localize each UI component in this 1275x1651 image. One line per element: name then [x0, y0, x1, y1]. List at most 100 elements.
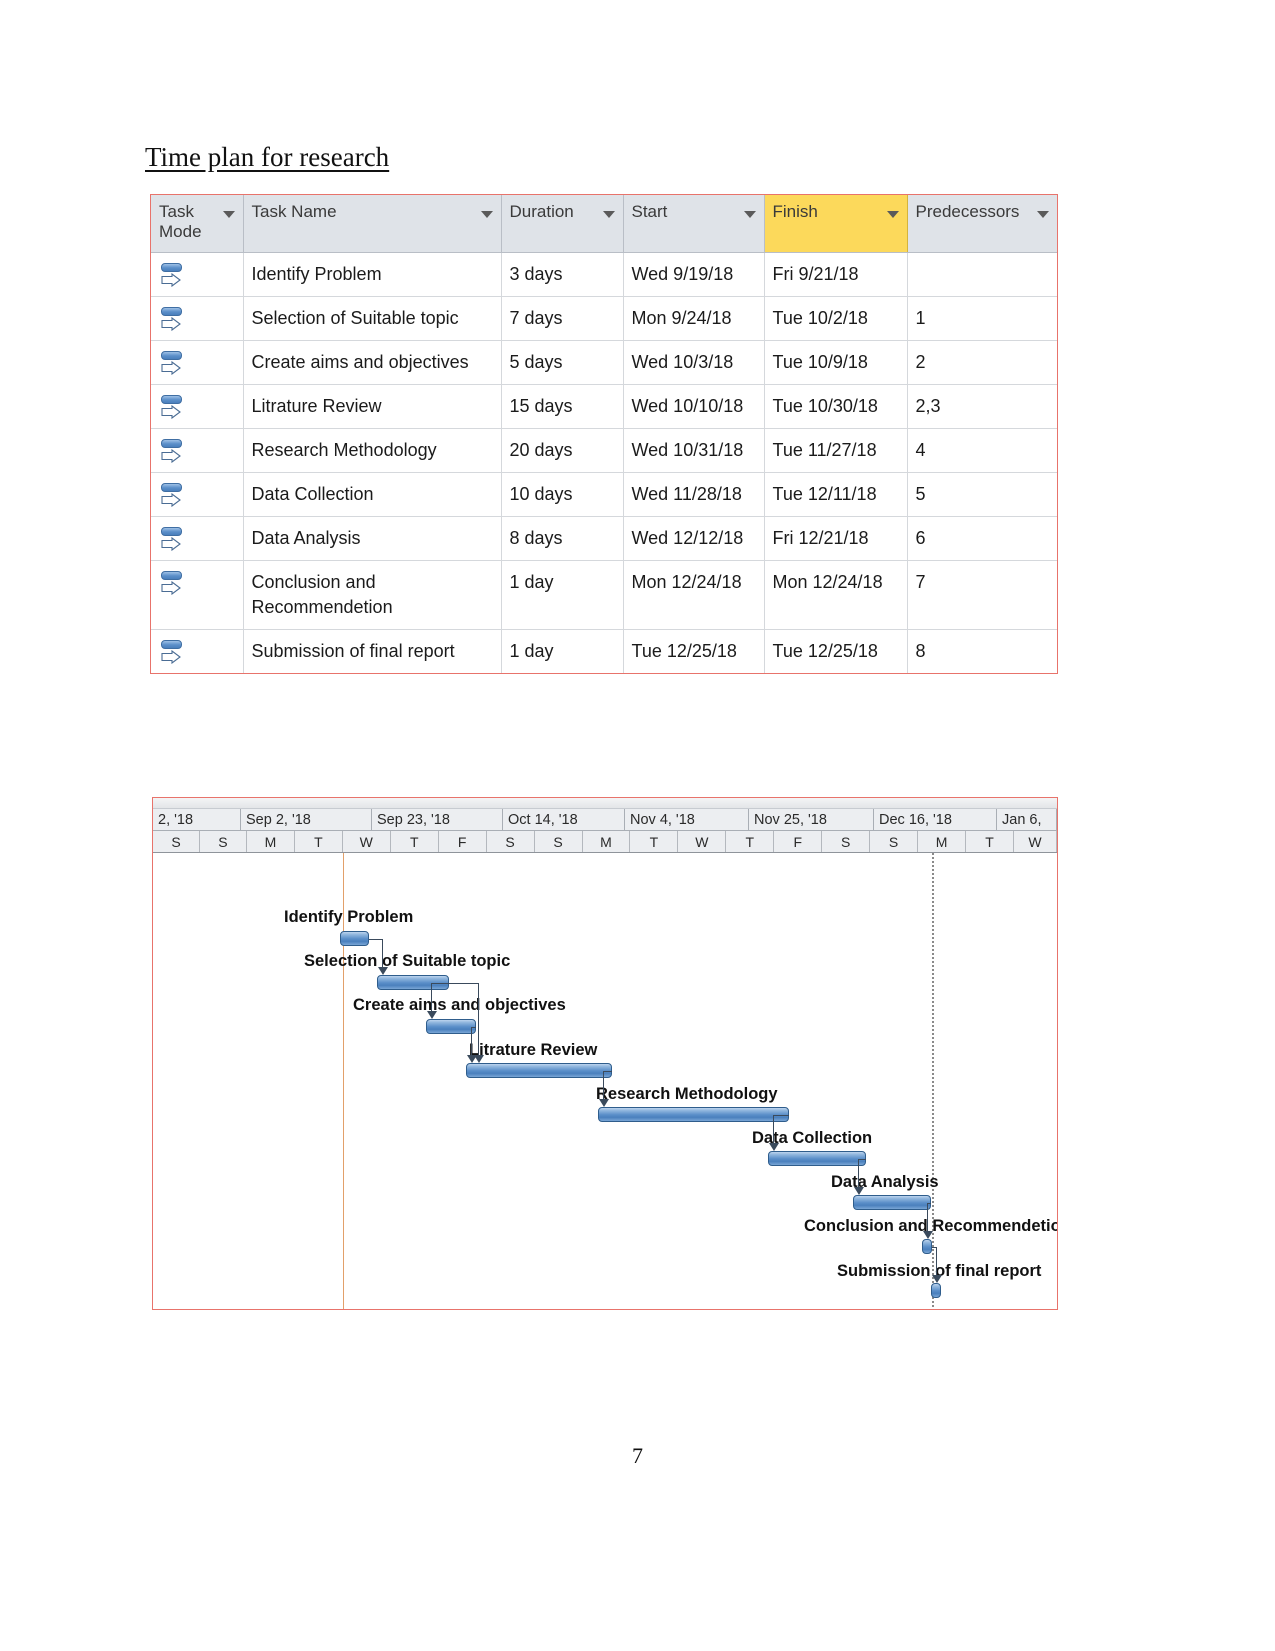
cell-predecessors[interactable]: 2,3 [907, 384, 1057, 429]
gantt-bar[interactable] [340, 931, 369, 946]
cell-predecessors[interactable]: 8 [907, 629, 1057, 673]
timeline-week-cell: Sep 23, '18 [372, 809, 503, 830]
column-header-predecessors[interactable]: Predecessors [907, 195, 1057, 253]
table-header-row: Task Mode Task Name Duration Start Finis… [151, 195, 1057, 253]
table-row[interactable]: Create aims and objectives 5 days Wed 10/3… [151, 340, 1057, 385]
cell-task-name[interactable]: Research Methodology [243, 428, 502, 473]
cell-task-mode[interactable] [151, 560, 244, 630]
column-header-finish[interactable]: Finish [763, 195, 908, 253]
cell-duration[interactable]: 7 days [501, 296, 624, 341]
cell-finish[interactable]: Tue 12/11/18 [764, 472, 908, 517]
gantt-bar[interactable] [931, 1283, 941, 1298]
table-row[interactable]: Identify Problem 3 days Wed 9/19/18 Fri 9/2… [151, 252, 1057, 297]
cell-predecessors[interactable]: 2 [907, 340, 1057, 385]
cell-task-mode[interactable] [151, 296, 244, 341]
cell-start[interactable]: Wed 12/12/18 [623, 516, 765, 561]
timeline-day-cell: S [153, 831, 200, 852]
cell-task-mode[interactable] [151, 340, 244, 385]
cell-task-name[interactable]: Conclusion and Recommendetion [243, 560, 502, 630]
cell-duration[interactable]: 15 days [501, 384, 624, 429]
gantt-bar[interactable] [426, 1019, 476, 1034]
cell-duration[interactable]: 5 days [501, 340, 624, 385]
cell-predecessors[interactable]: 6 [907, 516, 1057, 561]
cell-task-mode[interactable] [151, 252, 244, 297]
cell-start[interactable]: Mon 9/24/18 [623, 296, 765, 341]
cell-task-name[interactable]: Create aims and objectives [243, 340, 502, 385]
cell-task-name[interactable]: Identify Problem [243, 252, 502, 297]
cell-task-mode[interactable] [151, 629, 244, 673]
cell-start[interactable]: Wed 9/19/18 [623, 252, 765, 297]
filter-dropdown-icon[interactable] [480, 211, 493, 218]
gantt-bar[interactable] [598, 1107, 789, 1122]
column-header-duration[interactable]: Duration [501, 195, 624, 253]
cell-predecessors[interactable]: 1 [907, 296, 1057, 341]
cell-start[interactable]: Wed 10/3/18 [623, 340, 765, 385]
timeline-week-label: Sep 23, '18 [377, 812, 450, 828]
cell-duration[interactable]: 3 days [501, 252, 624, 297]
timeline-week-cell: Nov 25, '18 [749, 809, 874, 830]
cell-task-name[interactable]: Data Analysis [243, 516, 502, 561]
page-number: 7 [632, 1443, 643, 1468]
cell-duration[interactable]: 8 days [501, 516, 624, 561]
cell-start[interactable]: Tue 12/25/18 [623, 629, 765, 673]
cell-task-mode[interactable] [151, 472, 244, 517]
cell-task-name[interactable]: Submission of final report [243, 629, 502, 673]
table-row[interactable]: Selection of Suitable topic 7 days Mon 9/2… [151, 296, 1057, 341]
column-header-task-mode[interactable]: Task Mode [151, 195, 244, 253]
cell-task-name[interactable]: Litrature Review [243, 384, 502, 429]
gantt-bar[interactable] [922, 1239, 932, 1254]
dependency-link-horizontal [603, 1071, 612, 1072]
timeline-day-label: M [935, 833, 948, 850]
cell-finish[interactable]: Tue 10/2/18 [764, 296, 908, 341]
table-row[interactable]: Data Analysis 8 days Wed 12/12/18 Fri 12/21… [151, 516, 1057, 561]
table-row[interactable]: Litrature Review 15 days Wed 10/10/18 Tue 1… [151, 384, 1057, 429]
cell-predecessors[interactable]: 4 [907, 428, 1057, 473]
dependency-arrowhead-icon [378, 967, 388, 975]
filter-dropdown-icon[interactable] [743, 211, 756, 218]
filter-dropdown-icon[interactable] [222, 211, 235, 218]
gantt-bar[interactable] [466, 1063, 612, 1078]
filter-dropdown-icon[interactable] [602, 211, 615, 218]
cell-task-name[interactable]: Data Collection [243, 472, 502, 517]
table-row[interactable]: Research Methodology 20 days Wed 10/31/18 T… [151, 428, 1057, 473]
dependency-link-vertical [382, 939, 383, 968]
cell-predecessors[interactable]: 7 [907, 560, 1057, 630]
cell-start[interactable]: Mon 12/24/18 [623, 560, 765, 630]
filter-dropdown-icon[interactable] [1037, 211, 1049, 218]
cell-task-mode[interactable] [151, 516, 244, 561]
table-row[interactable]: Conclusion and Recommendetion 1 day Mon 12… [151, 560, 1057, 630]
cell-task-mode[interactable] [151, 384, 244, 429]
cell-finish[interactable]: Tue 11/27/18 [764, 428, 908, 473]
cell-predecessors[interactable]: 5 [907, 472, 1057, 517]
cell-start[interactable]: Wed 10/31/18 [623, 428, 765, 473]
timeline-week-label: Nov 4, '18 [630, 812, 695, 828]
column-header-task-name[interactable]: Task Name [243, 195, 502, 253]
timeline-day-label: S [171, 833, 181, 850]
cell-duration[interactable]: 1 day [501, 560, 624, 630]
timeline-day-cell: T [966, 831, 1014, 852]
cell-duration[interactable]: 1 day [501, 629, 624, 673]
filter-dropdown-icon[interactable] [886, 211, 899, 218]
cell-finish[interactable]: Mon 12/24/18 [764, 560, 908, 630]
column-header-start[interactable]: Start [623, 195, 765, 253]
table-row[interactable]: Submission of final report 1 day Tue 12/25… [151, 629, 1057, 673]
page-title: Time plan for research [145, 142, 390, 172]
timeline-day-label: T [314, 833, 323, 850]
table-row[interactable]: Data Collection 10 days Wed 11/28/18 Tue 12… [151, 472, 1057, 517]
dependency-link-horizontal [773, 1115, 789, 1116]
cell-start[interactable]: Wed 11/28/18 [623, 472, 765, 517]
cell-finish[interactable]: Tue 10/9/18 [764, 340, 908, 385]
cell-duration[interactable]: 10 days [501, 472, 624, 517]
cell-finish[interactable]: Fri 9/21/18 [764, 252, 908, 297]
cell-duration[interactable]: 20 days [501, 428, 624, 473]
cell-task-name[interactable]: Selection of Suitable topic [243, 296, 502, 341]
cell-finish[interactable]: Fri 12/21/18 [764, 516, 908, 561]
cell-finish[interactable]: Tue 12/25/18 [764, 629, 908, 673]
cell-task-mode[interactable] [151, 428, 244, 473]
cell-predecessors[interactable] [907, 252, 1057, 297]
gantt-bar[interactable] [768, 1151, 866, 1166]
cell-start[interactable]: Wed 10/10/18 [623, 384, 765, 429]
timeline-day-label: W [1028, 833, 1042, 850]
cell-finish[interactable]: Tue 10/30/18 [764, 384, 908, 429]
gantt-bar[interactable] [853, 1195, 931, 1210]
